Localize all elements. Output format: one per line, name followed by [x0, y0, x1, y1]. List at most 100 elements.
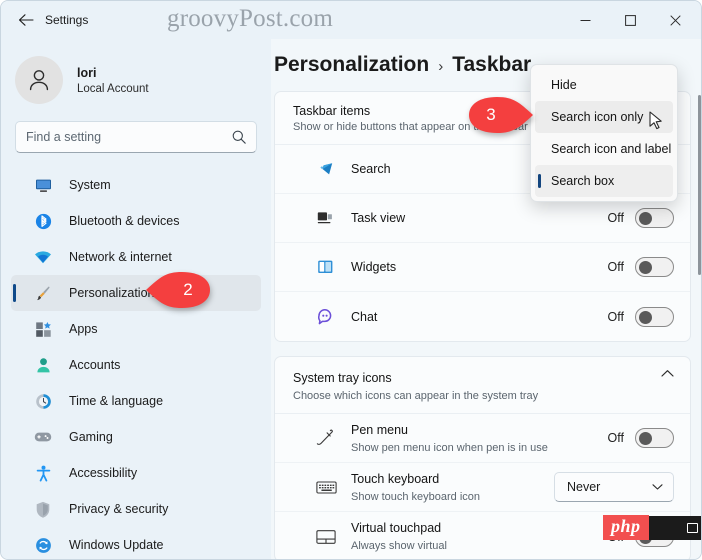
toggle-switch[interactable] [635, 257, 674, 277]
php-watermark: php [603, 515, 701, 540]
row-label: Task view [351, 211, 406, 225]
search-box[interactable] [15, 121, 257, 153]
minimize-button[interactable] [563, 1, 608, 39]
search-taskbar-icon [315, 158, 337, 180]
monitor-icon [33, 175, 53, 195]
sidebar-item-windows-update[interactable]: Windows Update [11, 527, 261, 559]
flyout-item-hide[interactable]: Hide [535, 69, 673, 101]
person-icon [33, 355, 53, 375]
scrollbar[interactable] [698, 95, 701, 275]
sidebar-item-accounts[interactable]: Accounts [11, 347, 261, 383]
toggle-state-label: Off [607, 309, 624, 324]
breadcrumb-parent[interactable]: Personalization [274, 53, 429, 77]
toggle-switch[interactable] [635, 208, 674, 228]
row-text: Widgets [351, 258, 608, 276]
sidebar-item-label: Personalization [69, 286, 155, 300]
row-label: Chat [351, 309, 378, 324]
window-controls [563, 1, 701, 39]
sidebar-item-label: Network & internet [69, 250, 172, 264]
pen-icon [315, 427, 337, 449]
sidebar-item-personalization[interactable]: Personalization [11, 275, 261, 311]
person-avatar-icon [29, 70, 49, 91]
flyout-item-search-box[interactable]: Search box [535, 165, 673, 197]
wifi-icon [33, 247, 53, 267]
avatar [15, 56, 63, 104]
mouse-cursor-icon [649, 111, 664, 138]
search-input[interactable] [26, 130, 232, 144]
groovypost-watermark: groovyPost.com [167, 5, 333, 32]
close-icon [670, 14, 681, 26]
sidebar-item-label: Accessibility [69, 466, 138, 480]
sidebar-item-gaming[interactable]: Gaming [11, 419, 261, 455]
table-row[interactable]: Touch keyboard Show touch keyboard icon … [275, 463, 690, 512]
row-control: Off [608, 208, 674, 228]
sidebar-item-network-internet[interactable]: Network & internet [11, 239, 261, 275]
row-subtitle: Show touch keyboard icon [351, 490, 481, 503]
paintbrush-icon [33, 283, 53, 303]
row-label: Pen menu [351, 422, 408, 437]
update-icon [33, 535, 53, 555]
row-control: Off [608, 257, 674, 277]
table-row[interactable]: Widgets Off [275, 243, 690, 292]
chevron-down-icon [652, 483, 663, 491]
minimize-icon [580, 19, 591, 21]
profile-account-type: Local Account [77, 82, 149, 95]
profile-name: lori [77, 65, 97, 80]
toggle-switch[interactable] [635, 428, 674, 448]
row-text: Chat [351, 308, 608, 326]
taskview-icon [315, 207, 337, 229]
sidebar-item-accessibility[interactable]: Accessibility [11, 455, 261, 491]
sidebar-item-label: Apps [69, 322, 98, 336]
sidebar-item-system[interactable]: System [11, 167, 261, 203]
page-title: Taskbar [452, 53, 532, 76]
sidebar-item-bluetooth-devices[interactable]: Bluetooth & devices [11, 203, 261, 239]
php-watermark-mini-icon [686, 522, 698, 533]
sidebar-item-privacy-security[interactable]: Privacy & security [11, 491, 261, 527]
row-text: Touch keyboard Show touch keyboard icon [351, 470, 554, 505]
card-subtitle: Choose which icons can appear in the sys… [293, 390, 539, 402]
card-title: System tray icons [293, 371, 392, 385]
php-watermark-dark-block [648, 515, 701, 540]
toggle-knob [639, 432, 652, 445]
toggle-knob [639, 310, 652, 324]
row-label: Search [351, 162, 391, 176]
row-text: Task view [351, 209, 608, 227]
toggle-state-label: Off [607, 431, 624, 445]
toggle-switch[interactable] [635, 306, 674, 327]
touch-keyboard-select[interactable]: Never [554, 472, 674, 502]
row-label: Widgets [351, 260, 397, 274]
keyboard-icon [315, 476, 337, 498]
toggle-knob [639, 261, 652, 274]
widgets-icon [315, 256, 337, 278]
window-title: Settings [45, 13, 89, 27]
row-text: Pen menu Show pen menu icon when pen is … [351, 421, 608, 456]
php-logo-text: php [603, 515, 649, 540]
profile-info: lori Local Account [77, 66, 149, 95]
system-tray-header[interactable]: System tray icons Choose which icons can… [275, 357, 690, 414]
sidebar-item-time-language[interactable]: Time & language [11, 383, 261, 419]
table-row[interactable]: Pen menu Show pen menu icon when pen is … [275, 414, 690, 463]
gamepad-icon [33, 427, 53, 447]
callout-badge-2: 2 [146, 270, 212, 310]
chevron-up-icon[interactable] [661, 369, 674, 378]
toggle-knob [639, 212, 652, 225]
sidebar-item-label: System [69, 178, 111, 192]
maximize-icon [625, 14, 636, 26]
back-button[interactable] [11, 7, 41, 33]
flyout-item-label: Search box [551, 174, 615, 188]
toggle-state-label: Off [607, 260, 624, 274]
maximize-button[interactable] [608, 1, 653, 39]
select-value: Never [567, 480, 601, 494]
accessibility-icon [33, 463, 53, 483]
back-arrow-icon [18, 14, 34, 26]
row-label: Virtual touchpad [351, 521, 442, 536]
chat-icon [315, 306, 337, 328]
sidebar-nav: System Bluetooth & devices Network & int… [1, 167, 271, 559]
table-row[interactable]: Chat Off [275, 292, 690, 341]
callout-badge-3: 3 [467, 95, 533, 135]
sidebar-item-apps[interactable]: Apps [11, 311, 261, 347]
flyout-item-label: Search icon and label [551, 142, 672, 156]
apps-icon [33, 319, 53, 339]
close-button[interactable] [653, 1, 698, 39]
user-profile[interactable]: lori Local Account [1, 39, 271, 109]
